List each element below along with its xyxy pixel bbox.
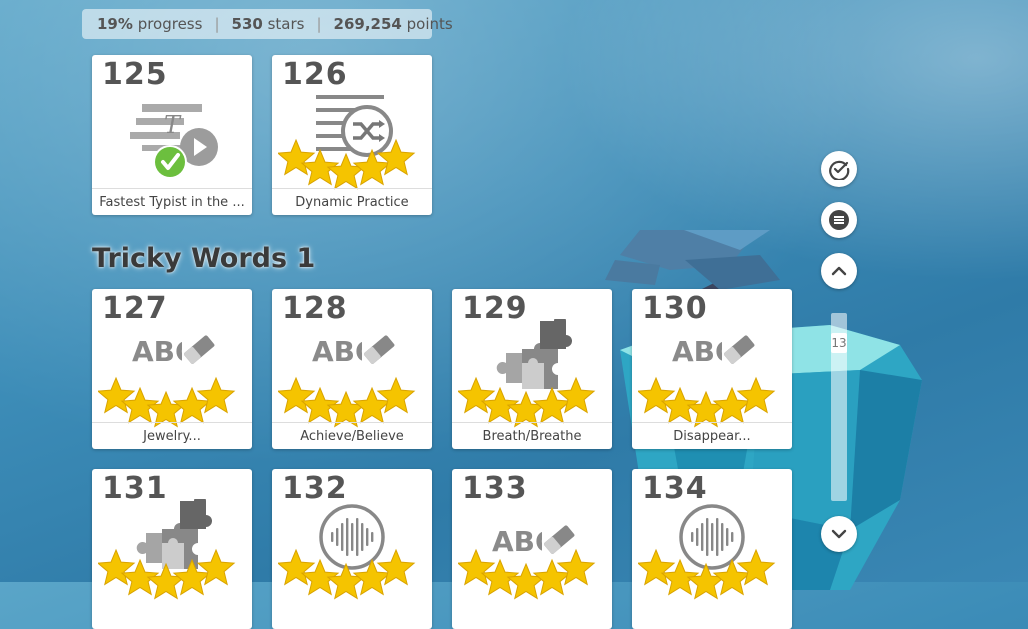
lesson-card-130[interactable]: 130 ABC Disappear... [632, 289, 792, 449]
lesson-card-126[interactable]: 126 Dynamic Practice [272, 55, 432, 215]
list-menu-icon [829, 210, 849, 230]
section-title: Tricky Words 1 [92, 243, 316, 274]
lesson-title: Fastest Typist in the ... [92, 188, 252, 215]
lesson-card-132[interactable]: 132 [272, 469, 432, 629]
scroll-position-indicator[interactable]: 13 [831, 333, 847, 353]
lesson-title: Breath/Breathe [452, 422, 612, 449]
stars-label: stars [267, 15, 305, 33]
lesson-card-127[interactable]: 127 ABC Jewelry... [92, 289, 252, 449]
divider: | [214, 15, 220, 33]
star-icon [326, 152, 366, 190]
completed-filter-button[interactable] [821, 151, 857, 187]
check-circle-icon [829, 160, 850, 180]
typing-speed-icon: T [130, 104, 218, 179]
star-rating [638, 548, 776, 600]
lesson-title: Disappear... [632, 422, 792, 449]
points-value: 269,254 [333, 15, 402, 33]
progress-stats-bar: 19% progress | 530 stars | 269,254 point… [82, 9, 453, 39]
scroll-track[interactable]: 13 [831, 313, 847, 501]
abc-eraser-icon: ABC [672, 331, 756, 368]
abc-eraser-icon: ABC [132, 331, 216, 368]
lesson-card-134[interactable]: 134 [632, 469, 792, 629]
points-label: points [406, 15, 453, 33]
lesson-title: Achieve/Believe [272, 422, 432, 449]
lesson-card-128[interactable]: 128 ABC Achieve/Believe [272, 289, 432, 449]
scroll-up-button[interactable] [821, 253, 857, 289]
star-rating [278, 138, 416, 190]
star-icon [146, 562, 186, 600]
lesson-number: 126 [282, 57, 348, 92]
lesson-card-131[interactable]: 131 [92, 469, 252, 629]
star-icon [686, 562, 726, 600]
divider: | [316, 15, 322, 33]
chevron-up-icon [831, 266, 847, 276]
chevron-down-icon [831, 529, 847, 539]
scroll-down-button[interactable] [821, 516, 857, 552]
lesson-number: 130 [642, 291, 708, 326]
progress-label: progress [137, 15, 203, 33]
lesson-title: Dynamic Practice [272, 188, 432, 215]
star-rating [98, 548, 236, 600]
lesson-number: 127 [102, 291, 168, 326]
abc-eraser-icon: ABC [312, 331, 396, 368]
lesson-card-133[interactable]: 133 ABC [452, 469, 612, 629]
lesson-number: 133 [462, 471, 528, 506]
progress-value: 19% [97, 15, 133, 33]
lesson-card-129[interactable]: 129 Breath/Breathe [452, 289, 612, 449]
star-icon [326, 562, 366, 600]
star-rating [458, 548, 596, 600]
lesson-number: 128 [282, 291, 348, 326]
svg-text:T: T [164, 111, 182, 139]
stars-value: 530 [231, 15, 263, 33]
lesson-number: 125 [102, 57, 168, 92]
lesson-title: Jewelry... [92, 422, 252, 449]
lesson-card-125[interactable]: 125 T Fastest Typist in the ... [92, 55, 252, 215]
star-rating [278, 548, 416, 600]
star-icon [506, 562, 546, 600]
menu-button[interactable] [821, 202, 857, 238]
